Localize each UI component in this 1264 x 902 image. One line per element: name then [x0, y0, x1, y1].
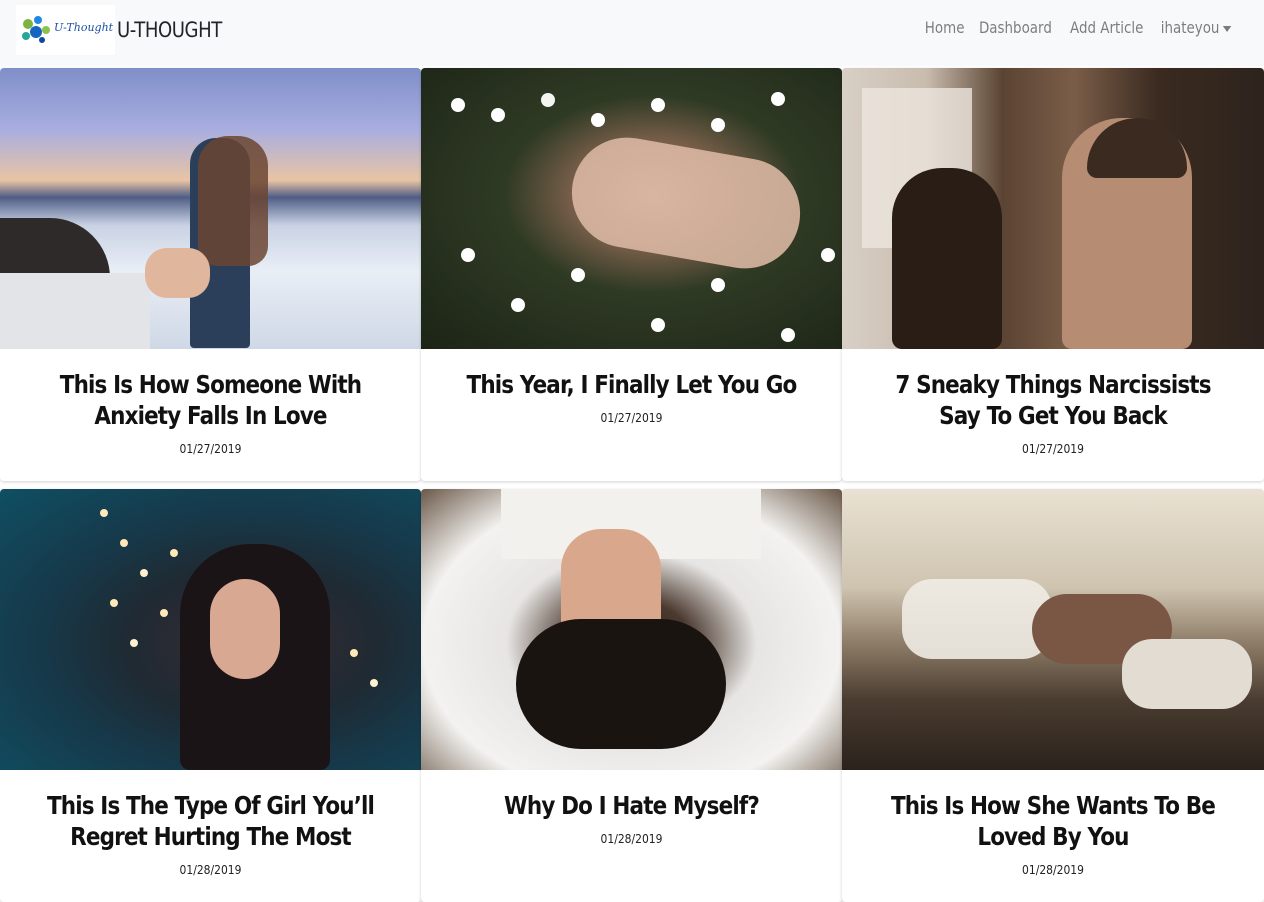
logo: U-Thought: [16, 5, 115, 55]
user-dropdown[interactable]: ihateyou: [1154, 18, 1238, 37]
article-date: 01/27/2019: [600, 410, 663, 425]
article-card[interactable]: 7 Sneaky Things Narcissists Say To Get Y…: [842, 68, 1264, 481]
article-title[interactable]: This Year, I Finally Let You Go: [463, 369, 801, 400]
article-card[interactable]: This Year, I Finally Let You Go 01/27/20…: [421, 68, 842, 481]
logo-text: U-Thought: [54, 21, 114, 34]
article-grid: This Is How Someone With Anxiety Falls I…: [0, 68, 1264, 902]
article-card[interactable]: This Is How She Wants To Be Loved By You…: [842, 489, 1264, 902]
article-title[interactable]: This Is How Someone With Anxiety Falls I…: [42, 369, 380, 431]
article-title[interactable]: 7 Sneaky Things Narcissists Say To Get Y…: [884, 369, 1223, 431]
nav-home[interactable]: Home: [918, 18, 971, 37]
article-image[interactable]: [842, 489, 1264, 770]
user-name: ihateyou: [1160, 18, 1220, 37]
article-image[interactable]: [0, 489, 421, 770]
article-image[interactable]: [421, 489, 842, 770]
article-image[interactable]: [0, 68, 421, 349]
article-image[interactable]: [421, 68, 842, 349]
navbar: U-Thought U-THOUGHT Home Dashboard Add A…: [0, 0, 1264, 66]
article-title[interactable]: This Is How She Wants To Be Loved By You: [884, 790, 1223, 852]
nav-dashboard[interactable]: Dashboard: [972, 18, 1058, 37]
nav-menu: Home Dashboard Add Article ihateyou: [919, 18, 1240, 37]
article-card[interactable]: This Is How Someone With Anxiety Falls I…: [0, 68, 421, 481]
article-card[interactable]: Why Do I Hate Myself? 01/28/2019: [421, 489, 842, 902]
article-title[interactable]: Why Do I Hate Myself?: [463, 790, 801, 821]
brand-name: U-THOUGHT: [117, 18, 222, 42]
nav-add-article[interactable]: Add Article: [1063, 18, 1150, 37]
brand-link[interactable]: U-Thought U-THOUGHT: [16, 5, 239, 55]
logo-molecule-icon: [22, 16, 50, 43]
article-card[interactable]: This Is The Type Of Girl You’ll Regret H…: [0, 489, 421, 902]
caret-down-icon: [1222, 25, 1232, 32]
article-date: 01/27/2019: [179, 441, 242, 456]
article-date: 01/27/2019: [1022, 441, 1084, 456]
article-title[interactable]: This Is The Type Of Girl You’ll Regret H…: [42, 790, 380, 852]
article-date: 01/28/2019: [600, 831, 663, 846]
article-image[interactable]: [842, 68, 1264, 349]
